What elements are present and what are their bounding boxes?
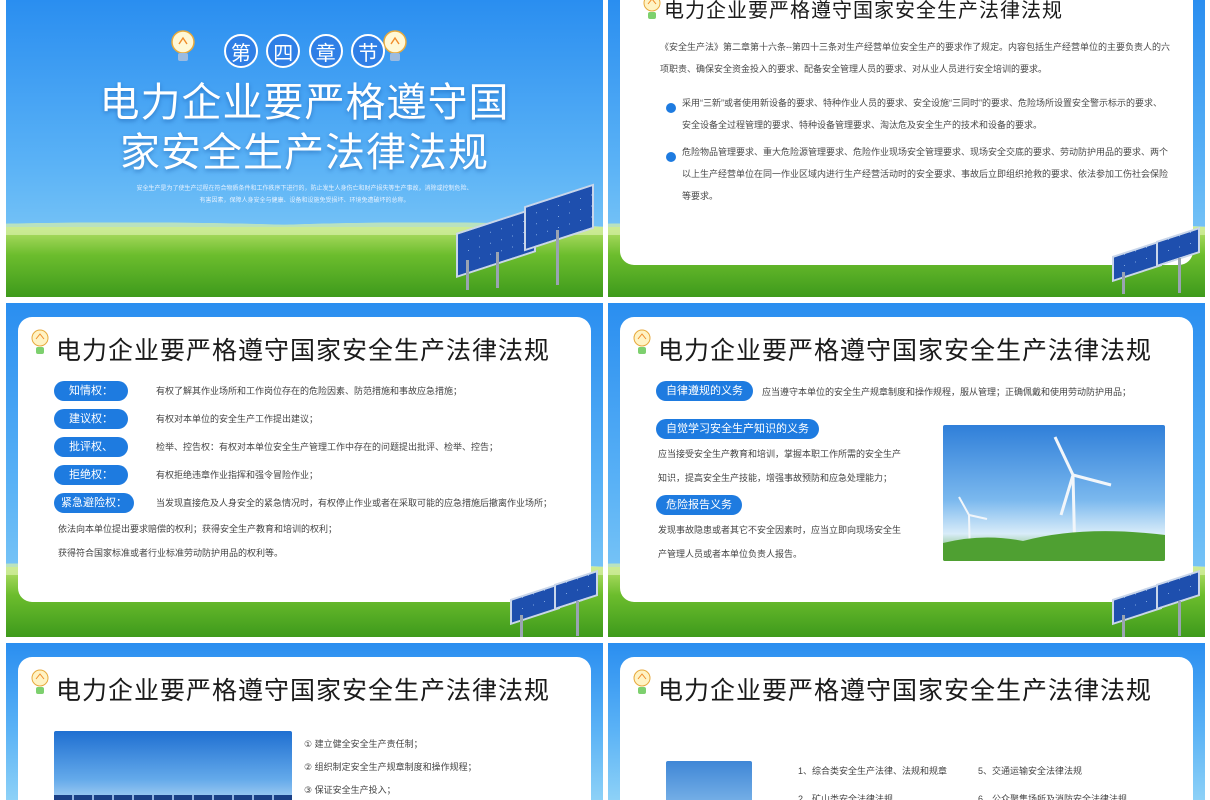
solar-panel-image — [446, 183, 596, 290]
right-row: 拒绝权： 有权拒绝违章作业指挥和强令冒险作业； — [54, 465, 571, 485]
content-card: 电力企业要严格遵守国家安全生产法律法规 1、综合类安全生产法律、法规和规章 2、… — [620, 657, 1193, 800]
right-tag: 紧急避险权： — [54, 493, 134, 513]
right-row: 建议权： 有权对本单位的安全生产工作提出建议； — [54, 409, 571, 429]
cover-title-line1: 电力企业要严格遵守国 — [99, 80, 510, 126]
lightbulb-icon — [633, 329, 651, 354]
duty-tag: 自律遵规的义务 — [656, 381, 753, 401]
slide-thumbnail-4[interactable]: 电力企业要严格遵守国家安全生产法律法规 自律遵规的义务 应当遵守本单位的安全生产… — [608, 303, 1205, 637]
right-text: 检举、控告权：有权对本单位安全生产管理工作中存在的问题提出批评、检举、控告； — [156, 442, 499, 452]
right-text: 有权拒绝违章作业指挥和强令冒险作业； — [156, 470, 319, 480]
list-item: 2、矿山类安全法律法规 — [798, 794, 894, 800]
slide-thumbnail-6[interactable]: 电力企业要严格遵守国家安全生产法律法规 1、综合类安全生产法律、法规和规章 2、… — [608, 643, 1205, 800]
duty-text: 应当接受安全生产教育和培训，掌握本职工作所需的安全生产 — [658, 449, 902, 459]
bullet-paragraph-1: 采用“三新”或者使用新设备的要求、特种作业人员的要求、安全设施“三同时”的要求、… — [682, 98, 1162, 130]
rights-extra-line: 获得符合国家标准或者行业标准劳动防护用品的权利等。 — [58, 548, 284, 558]
right-text: 有权了解其作业场所和工作岗位存在的危险因素、防范措施和事故应急措施； — [156, 386, 463, 396]
right-text: 有权对本单位的安全生产工作提出建议； — [156, 414, 319, 424]
list-item: 5、交通运输安全法律法规 — [978, 766, 1083, 776]
rights-extra-line: 依法向本单位提出要求赔偿的权利；获得安全生产教育和培训的权利； — [58, 524, 338, 534]
list-item: ③ 保证安全生产投入； — [304, 785, 396, 795]
chapter-char: 章 — [308, 34, 343, 68]
lightbulb-icon — [643, 0, 661, 19]
slide-thumbnail-1[interactable]: 第 四 章 节 电力企业要严格遵守国 家安全生产法律法规 安全生产是为了使生产过… — [6, 0, 603, 297]
solar-panel-image — [506, 569, 601, 637]
list-item: 6、公众聚集场所及消防安全法律法规 — [978, 794, 1128, 800]
solar-field-photo — [54, 731, 292, 800]
list-item: 1、综合类安全生产法律、法规和规章 — [798, 766, 948, 776]
intro-paragraph: 《安全生产法》第二章第十六条--第四十三条对生产经营单位安全生产的要求作了规定。… — [660, 42, 1170, 74]
right-text: 当发现直接危及人身安全的紧急情况时，有权停止作业或者在采取可能的应急措施后撤离作… — [156, 498, 553, 508]
duty-text: 发现事故隐患或者其它不安全因素时，应当立即向现场安全生 — [658, 525, 902, 535]
bullet-paragraph-2: 危险物品管理要求、重大危险源管理要求、危险作业现场安全管理要求、现场安全交底的要… — [682, 147, 1169, 201]
slide-title: 电力企业要严格遵守国家安全生产法律法规 — [664, 0, 1063, 22]
duty-text: 产管理人员或者本单位负责人报告。 — [658, 549, 803, 559]
slide-title: 电力企业要严格遵守国家安全生产法律法规 — [658, 676, 1153, 705]
right-tag: 拒绝权： — [54, 465, 128, 485]
bullet-dot — [666, 103, 676, 113]
law-list-col1: 1、综合类安全生产法律、法规和规章 2、矿山类安全法律法规 — [798, 757, 947, 800]
chapter-char: 节 — [351, 34, 386, 68]
duty-tag: 自觉学习安全生产知识的义务 — [656, 419, 819, 439]
content-card: 电力企业要严格遵守国家安全生产法律法规 自律遵规的义务 应当遵守本单位的安全生产… — [620, 317, 1193, 602]
wind-farm-photo — [666, 761, 752, 800]
duty-text: 应当遵守本单位的安全生产规章制度和操作规程，服从管理；正确佩戴和使用劳动防护用品… — [762, 387, 1132, 397]
list-item: ② 组织制定安全生产规章制度和操作规程； — [304, 762, 477, 772]
slide-thumbnail-2[interactable]: 电力企业要严格遵守国家安全生产法律法规 《安全生产法》第二章第十六条--第四十三… — [608, 0, 1205, 297]
responsibility-list: ① 建立健全安全生产责任制； ② 组织制定安全生产规章制度和操作规程； ③ 保证… — [304, 733, 477, 800]
cover-title-line2: 家安全生产法律法规 — [120, 130, 489, 176]
list-item: ① 建立健全安全生产责任制； — [304, 739, 423, 749]
duty-tag: 危险报告义务 — [656, 495, 742, 515]
right-tag: 批评权、 — [54, 437, 128, 457]
slide-title: 电力企业要严格遵守国家安全生产法律法规 — [56, 676, 551, 705]
slide-thumbnail-5[interactable]: 电力企业要严格遵守国家安全生产法律法规 ① 建立健全安全生产责任制； ② 组织制… — [6, 643, 603, 800]
right-row: 知情权： 有权了解其作业场所和工作岗位存在的危险因素、防范措施和事故应急措施； — [54, 381, 571, 401]
law-list-col2: 5、交通运输安全法律法规 6、公众聚集场所及消防安全法律法规 — [978, 757, 1127, 800]
right-row: 紧急避险权： 当发现直接危及人身安全的紧急情况时，有权停止作业或者在采取可能的应… — [54, 493, 571, 513]
content-card: 电力企业要严格遵守国家安全生产法律法规 《安全生产法》第二章第十六条--第四十三… — [620, 0, 1193, 265]
lightbulb-icon — [633, 669, 651, 694]
solar-panel-image — [1108, 569, 1203, 637]
right-tag: 知情权： — [54, 381, 128, 401]
content-card: 电力企业要严格遵守国家安全生产法律法规 ① 建立健全安全生产责任制； ② 组织制… — [18, 657, 591, 800]
content-card: 电力企业要严格遵守国家安全生产法律法规 知情权： 有权了解其作业场所和工作岗位存… — [18, 317, 591, 602]
slide-thumbnail-3[interactable]: 电力企业要严格遵守国家安全生产法律法规 知情权： 有权了解其作业场所和工作岗位存… — [6, 303, 603, 637]
lightbulb-icon — [31, 329, 49, 354]
bullet-dot — [666, 152, 676, 162]
right-row: 批评权、 检举、控告权：有权对本单位安全生产管理工作中存在的问题提出批评、检举、… — [54, 437, 571, 457]
wind-turbine-photo — [943, 425, 1165, 561]
chapter-badge: 第 四 章 节 — [6, 34, 603, 68]
slide-title: 电力企业要严格遵守国家安全生产法律法规 — [658, 336, 1153, 365]
right-tag: 建议权： — [54, 409, 128, 429]
solar-panel-image — [1108, 226, 1203, 295]
cover-title: 电力企业要严格遵守国 家安全生产法律法规 — [6, 78, 603, 178]
chapter-char: 第 — [223, 34, 258, 68]
lightbulb-icon — [31, 669, 49, 694]
duty-text: 知识，提高安全生产技能，增强事故预防和应急处理能力； — [658, 473, 893, 483]
slide-title: 电力企业要严格遵守国家安全生产法律法规 — [56, 336, 551, 365]
chapter-char: 四 — [266, 34, 301, 68]
